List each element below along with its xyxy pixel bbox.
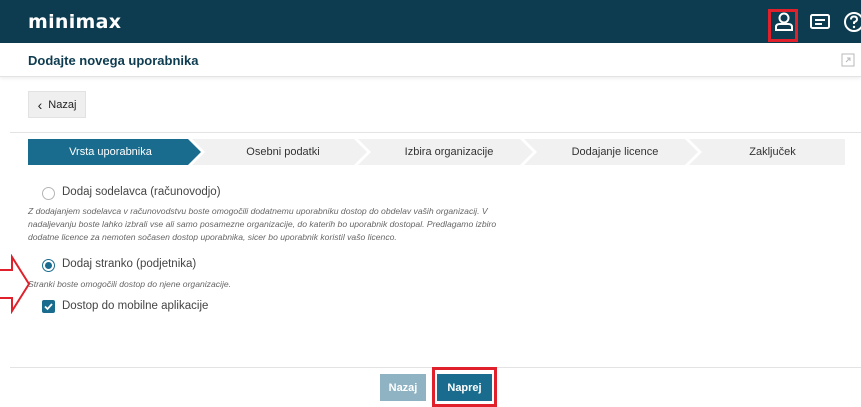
back-button[interactable]: ‹ Nazaj bbox=[28, 91, 86, 118]
client-description: Stranki boste omogočili dostop do njene … bbox=[28, 279, 232, 289]
step-vrsta-uporabnika: Vrsta uporabnika bbox=[69, 146, 152, 158]
mobile-access-label[interactable]: Dostop do mobilne aplikacije bbox=[62, 300, 208, 312]
accountant-description-line-1: Z dodajanjem sodelavca v računovodstvu b… bbox=[28, 206, 488, 216]
user-icon[interactable] bbox=[772, 10, 796, 34]
page-title: Dodajte novega uporabnika bbox=[28, 53, 199, 68]
chevron-left-icon: ‹ bbox=[37, 96, 43, 113]
step-dodajanje-licence: Dodajanje licence bbox=[571, 146, 659, 158]
step-zakljucek: Zaključek bbox=[749, 146, 796, 158]
radio-client[interactable] bbox=[42, 259, 55, 272]
next-button[interactable]: Naprej bbox=[437, 374, 492, 401]
message-icon[interactable] bbox=[808, 10, 832, 34]
page-header: Dodajte novega uporabnika bbox=[0, 43, 861, 77]
divider bbox=[10, 132, 861, 133]
accountant-description-line-3: dodatne licence za nemoten sočasen dosto… bbox=[28, 232, 397, 242]
check-icon bbox=[44, 303, 53, 311]
accountant-description-line-2: nadaljevanju boste lahko izbrali vse ali… bbox=[28, 219, 497, 229]
minimax-logo[interactable]: minimax bbox=[28, 11, 121, 33]
back-button-label: Nazaj bbox=[48, 98, 77, 111]
accountant-description: Z dodajanjem sodelavca v računovodstvu b… bbox=[28, 205, 588, 244]
mobile-access-checkbox[interactable] bbox=[42, 300, 55, 313]
top-bar: minimax bbox=[0, 0, 861, 43]
expand-icon[interactable] bbox=[841, 53, 855, 67]
wizard-steps: Vrsta uporabnika Osebni podatki Izbira o… bbox=[28, 139, 845, 165]
step-osebni-podatki: Osebni podatki bbox=[246, 146, 320, 158]
radio-client-label[interactable]: Dodaj stranko (podjetnika) bbox=[62, 258, 196, 270]
help-icon[interactable] bbox=[842, 10, 861, 34]
arrow-right-icon bbox=[0, 254, 30, 314]
footer-back-button[interactable]: Nazaj bbox=[380, 374, 426, 401]
step-izbira-organizacije: Izbira organizacije bbox=[404, 146, 494, 158]
radio-accountant-label[interactable]: Dodaj sodelavca (računovodjo) bbox=[62, 186, 221, 198]
radio-accountant[interactable] bbox=[42, 187, 55, 200]
